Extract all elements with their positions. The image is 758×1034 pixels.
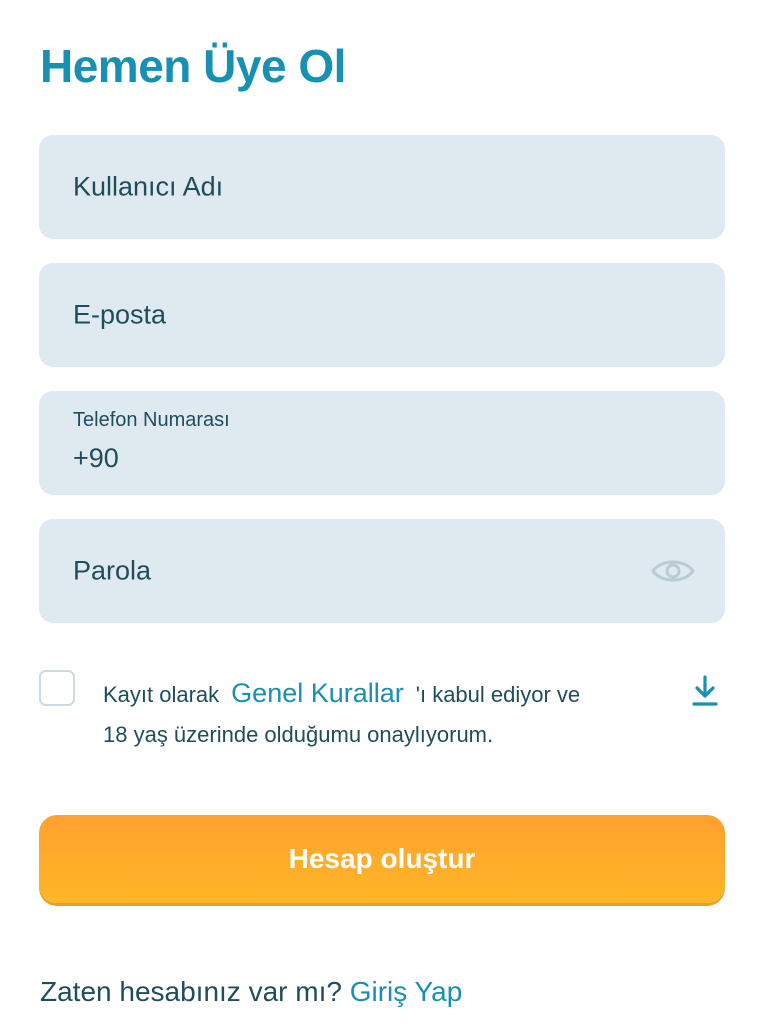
password-field[interactable]: Parola (39, 519, 725, 623)
download-icon[interactable] (691, 674, 719, 708)
username-placeholder: Kullanıcı Adı (73, 171, 224, 202)
login-prompt: Zaten hesabınız var mı? Giriş Yap (40, 976, 462, 1008)
general-rules-link[interactable]: Genel Kurallar (231, 678, 404, 708)
consent-line-2: 18 yaş üzerinde olduğumu onaylıyorum. (103, 722, 494, 747)
page-title: Hemen Üye Ol (40, 40, 346, 92)
phone-label: Telefon Numarası (73, 409, 230, 431)
phone-field[interactable]: Telefon Numarası +90 (39, 391, 725, 495)
phone-value: +90 (73, 443, 119, 473)
consent-suffix: 'ı kabul ediyor ve (415, 682, 581, 707)
password-placeholder: Parola (73, 555, 152, 586)
email-field[interactable]: E-posta (39, 263, 725, 367)
eye-icon[interactable] (651, 556, 695, 586)
create-account-button[interactable]: Hesap oluştur (39, 815, 725, 903)
consent-line-1: Kayıt olarak Genel Kurallar 'ı kabul ediyo… (103, 672, 580, 716)
consent-prefix: Kayıt olarak (103, 682, 220, 707)
consent-checkbox[interactable] (39, 670, 75, 706)
email-placeholder: E-posta (73, 299, 167, 330)
username-field[interactable]: Kullanıcı Adı (39, 135, 725, 239)
login-link[interactable]: Giriş Yap (350, 976, 463, 1007)
login-question: Zaten hesabınız var mı? (40, 976, 342, 1007)
